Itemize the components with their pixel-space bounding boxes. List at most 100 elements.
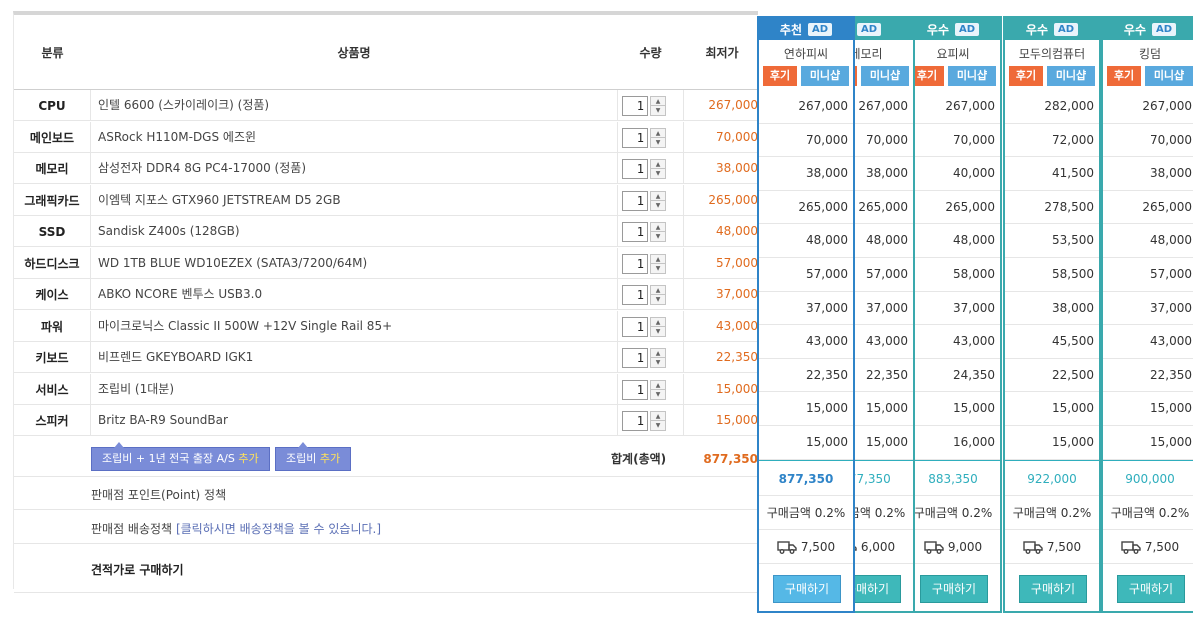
quantity-stepper[interactable]: ▲ ▼ [650,348,666,368]
quantity-input[interactable]: 1 [622,96,648,116]
spin-up-icon[interactable]: ▲ [651,286,665,295]
quantity-stepper[interactable]: ▲ ▼ [650,96,666,116]
quantity-stepper[interactable]: ▲ ▼ [650,222,666,242]
point-policy-row: 판매점 포인트(Point) 정책 [14,476,759,509]
ad-badge: AD [1054,22,1079,36]
spin-down-icon[interactable]: ▼ [651,421,665,430]
quantity-stepper[interactable]: ▲ ▼ [650,159,666,179]
quantity-stepper[interactable]: ▲ ▼ [650,411,666,431]
spin-up-icon[interactable]: ▲ [651,160,665,169]
minishop-button[interactable]: 미니샵 [801,66,849,86]
store-column: 추천 AD 연하피씨 후기 미니샵 267,000 70,000 38,000 265,000 4… [757,16,855,613]
spin-down-icon[interactable]: ▼ [651,327,665,336]
minishop-button[interactable]: 미니샵 [1145,66,1193,86]
spin-up-icon[interactable]: ▲ [651,255,665,264]
minishop-button[interactable]: 미니샵 [861,66,909,86]
quantity-input[interactable]: 1 [622,127,648,148]
minishop-button[interactable]: 미니샵 [948,66,996,86]
spin-down-icon[interactable]: ▼ [651,390,665,399]
store-badge: 우수 AD [1005,18,1099,40]
quantity-stepper[interactable]: ▲ ▼ [650,285,666,305]
quantity-input[interactable]: 1 [622,411,648,431]
quantity-input[interactable]: 1 [622,190,648,211]
shipping-policy-row: 판매점 배송정책 [클릭하시면 배송정책을 볼 수 있습니다.] [14,509,759,543]
shipping-policy-link[interactable]: [클릭하시면 배송정책을 볼 수 있습니다.] [176,522,381,536]
lowest-price: 267,000 [708,98,758,112]
spin-down-icon[interactable]: ▼ [651,201,665,210]
store-name[interactable]: 모두의컴퓨터 [1005,45,1099,62]
quantity-input[interactable]: 1 [622,253,648,274]
review-button[interactable]: 후기 [763,66,797,86]
pointer-arrow-icon [114,442,124,448]
spin-up-icon[interactable]: ▲ [651,349,665,358]
ad-badge: AD [955,22,980,36]
shipping-fee: 7,500 [1046,539,1082,554]
product-name: ASRock H110M-DGS 에즈윈 [98,129,257,144]
spin-down-icon[interactable]: ▼ [651,232,665,241]
spin-up-icon[interactable]: ▲ [651,412,665,421]
buy-button[interactable]: 구매하기 [920,575,988,603]
quantity-stepper[interactable]: ▲ ▼ [650,253,666,274]
buy-button[interactable]: 구매하기 [773,575,841,603]
quantity-input[interactable]: 1 [622,159,648,179]
shipping-fee: 7,500 [1144,539,1180,554]
point-policy-text: 판매점 포인트(Point) 정책 [91,488,227,502]
quantity-stepper[interactable]: ▲ ▼ [650,127,666,148]
quantity-stepper[interactable]: ▲ ▼ [650,190,666,211]
spin-down-icon[interactable]: ▼ [651,358,665,367]
lowest-price: 48,000 [716,224,758,238]
quantity-input[interactable]: 1 [622,316,648,337]
product-name: 이엠텍 지포스 GTX960 JETSTREAM D5 2GB [98,192,341,207]
table-row: 서비스 조립비 (1대분) 1 ▲ ▼ 15,000 [14,373,759,405]
store-price: 22,500 [1005,359,1099,393]
store-price: 22,350 [759,359,853,393]
store-total: 900,000 [1103,460,1193,496]
spin-up-icon[interactable]: ▲ [651,129,665,138]
spin-down-icon[interactable]: ▼ [651,264,665,273]
spin-down-icon[interactable]: ▼ [651,169,665,178]
review-button[interactable]: 후기 [1107,66,1141,86]
spin-up-icon[interactable]: ▲ [651,223,665,232]
quantity-input[interactable]: 1 [622,285,648,305]
store-price: 48,000 [1103,224,1193,258]
spin-up-icon[interactable]: ▲ [651,381,665,390]
store-price: 37,000 [759,292,853,326]
buy-button[interactable]: 구매하기 [1117,575,1185,603]
quantity-input[interactable]: 1 [622,348,648,368]
lowest-price: 15,000 [716,413,758,427]
lowest-price: 70,000 [716,129,758,144]
qty-cell: 1 ▲ ▼ [617,153,684,184]
category-label: 메인보드 [14,121,91,153]
quantity-input[interactable]: 1 [622,222,648,242]
qty-cell: 1 ▲ ▼ [617,184,684,216]
spin-up-icon[interactable]: ▲ [651,97,665,106]
store-name[interactable]: 요피씨 [906,45,1000,62]
store-badge-label: 우수 [1123,22,1147,37]
spin-down-icon[interactable]: ▼ [651,295,665,304]
add-assembly-button[interactable]: 조립비 추가 [275,442,352,471]
spin-down-icon[interactable]: ▼ [651,106,665,115]
header-lowest-price: 최저가 [705,45,739,60]
buy-at-estimate-link[interactable]: 견적가로 구매하기 [91,561,184,578]
quantity-input[interactable]: 1 [622,379,648,400]
store-price: 58,000 [906,258,1000,292]
quantity-stepper[interactable]: ▲ ▼ [650,379,666,400]
store-name[interactable]: 연하피씨 [759,45,853,62]
store-shipping: 7,500 [759,530,853,564]
ad-badge: AD [1152,22,1177,36]
add-assembly-as-button[interactable]: 조립비 + 1년 전국 출장 A/S 추가 [91,442,270,471]
spin-up-icon[interactable]: ▲ [651,192,665,201]
store-badge-label: 우수 [1025,22,1049,37]
minishop-button[interactable]: 미니샵 [1047,66,1095,86]
quantity-stepper[interactable]: ▲ ▼ [650,316,666,337]
spin-down-icon[interactable]: ▼ [651,138,665,147]
store-name[interactable]: 킹덤 [1103,45,1193,62]
store-price: 22,350 [1103,359,1193,393]
review-button[interactable]: 후기 [1009,66,1043,86]
sum-value: 877,350 [703,452,758,466]
store-point: 구매금액 0.2% [906,496,1000,530]
review-button[interactable]: 후기 [910,66,944,86]
buy-button[interactable]: 구매하기 [1019,575,1087,603]
shipping-fee: 7,500 [800,539,836,554]
spin-up-icon[interactable]: ▲ [651,318,665,327]
